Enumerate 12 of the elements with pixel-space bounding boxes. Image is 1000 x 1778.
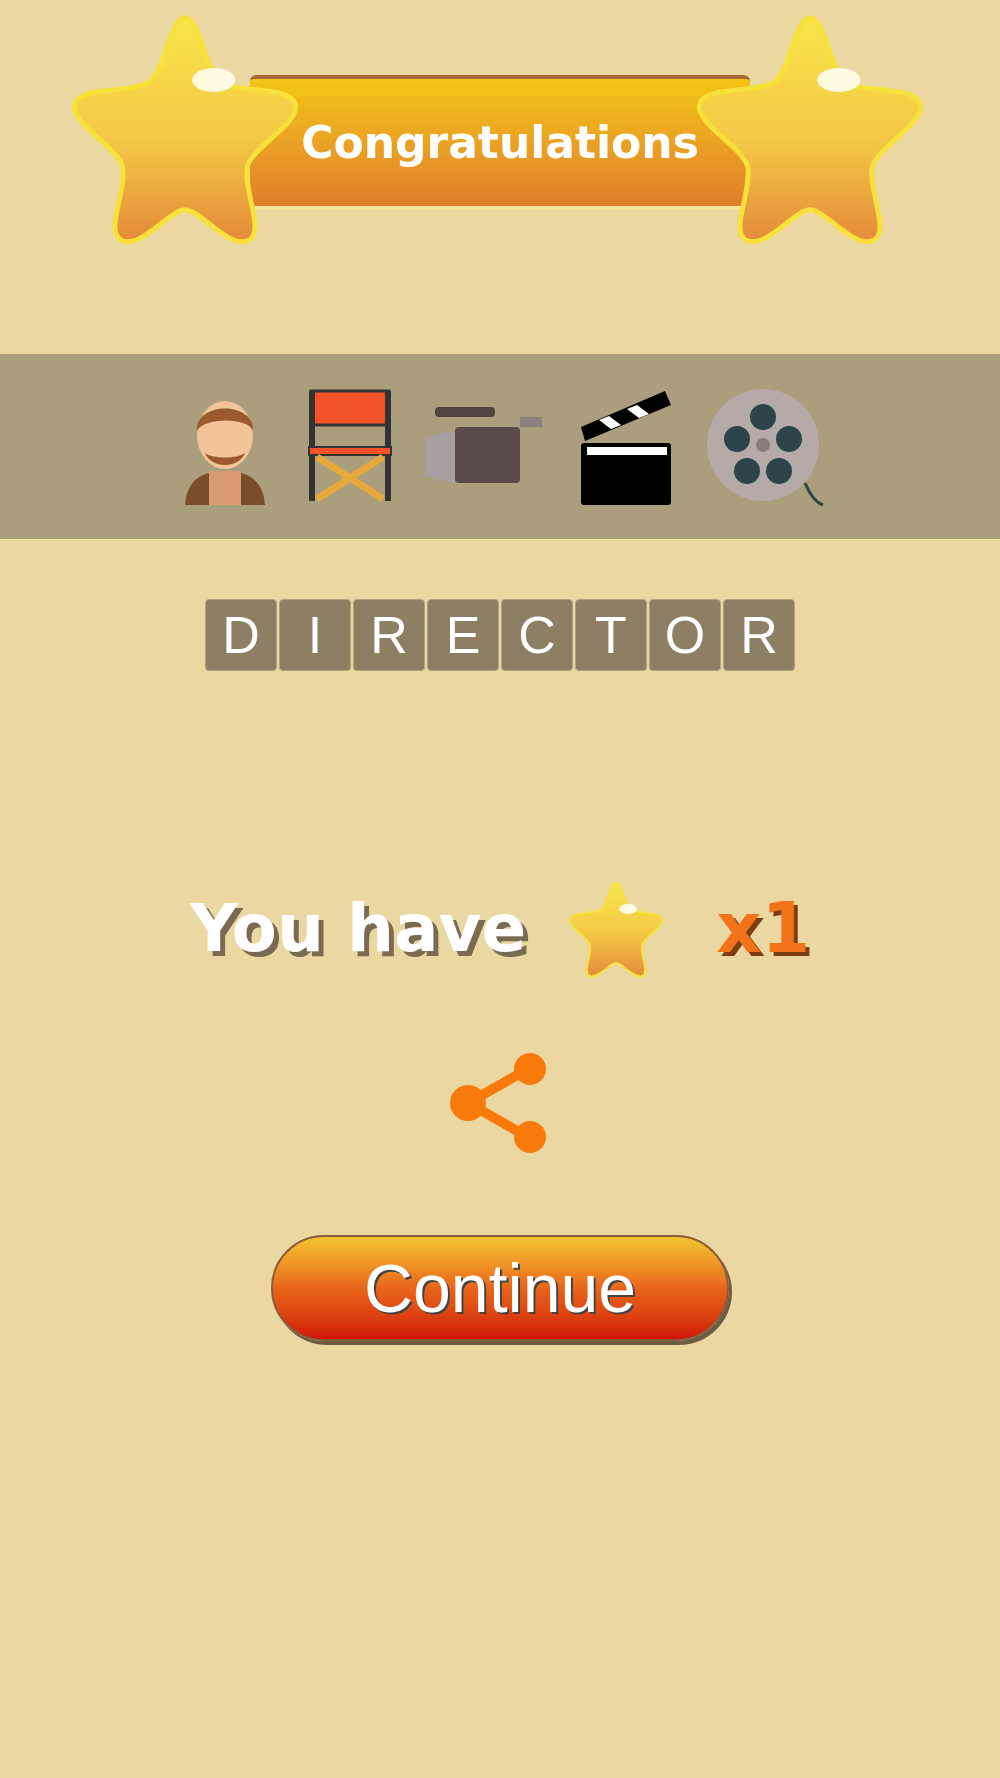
letter-tile: E [427, 599, 499, 671]
letter-tile: O [649, 599, 721, 671]
letter-tile: R [353, 599, 425, 671]
letter-tile: T [575, 599, 647, 671]
star-count: x1 [716, 886, 811, 971]
film-reel-icon [705, 386, 825, 507]
letter-tile: D [205, 599, 277, 671]
reward-label: You have [189, 889, 527, 969]
letter-tile: R [723, 599, 795, 671]
banner-title: Congratulations [301, 115, 699, 170]
letter-tile: C [501, 599, 573, 671]
letter-tile: I [279, 599, 351, 671]
